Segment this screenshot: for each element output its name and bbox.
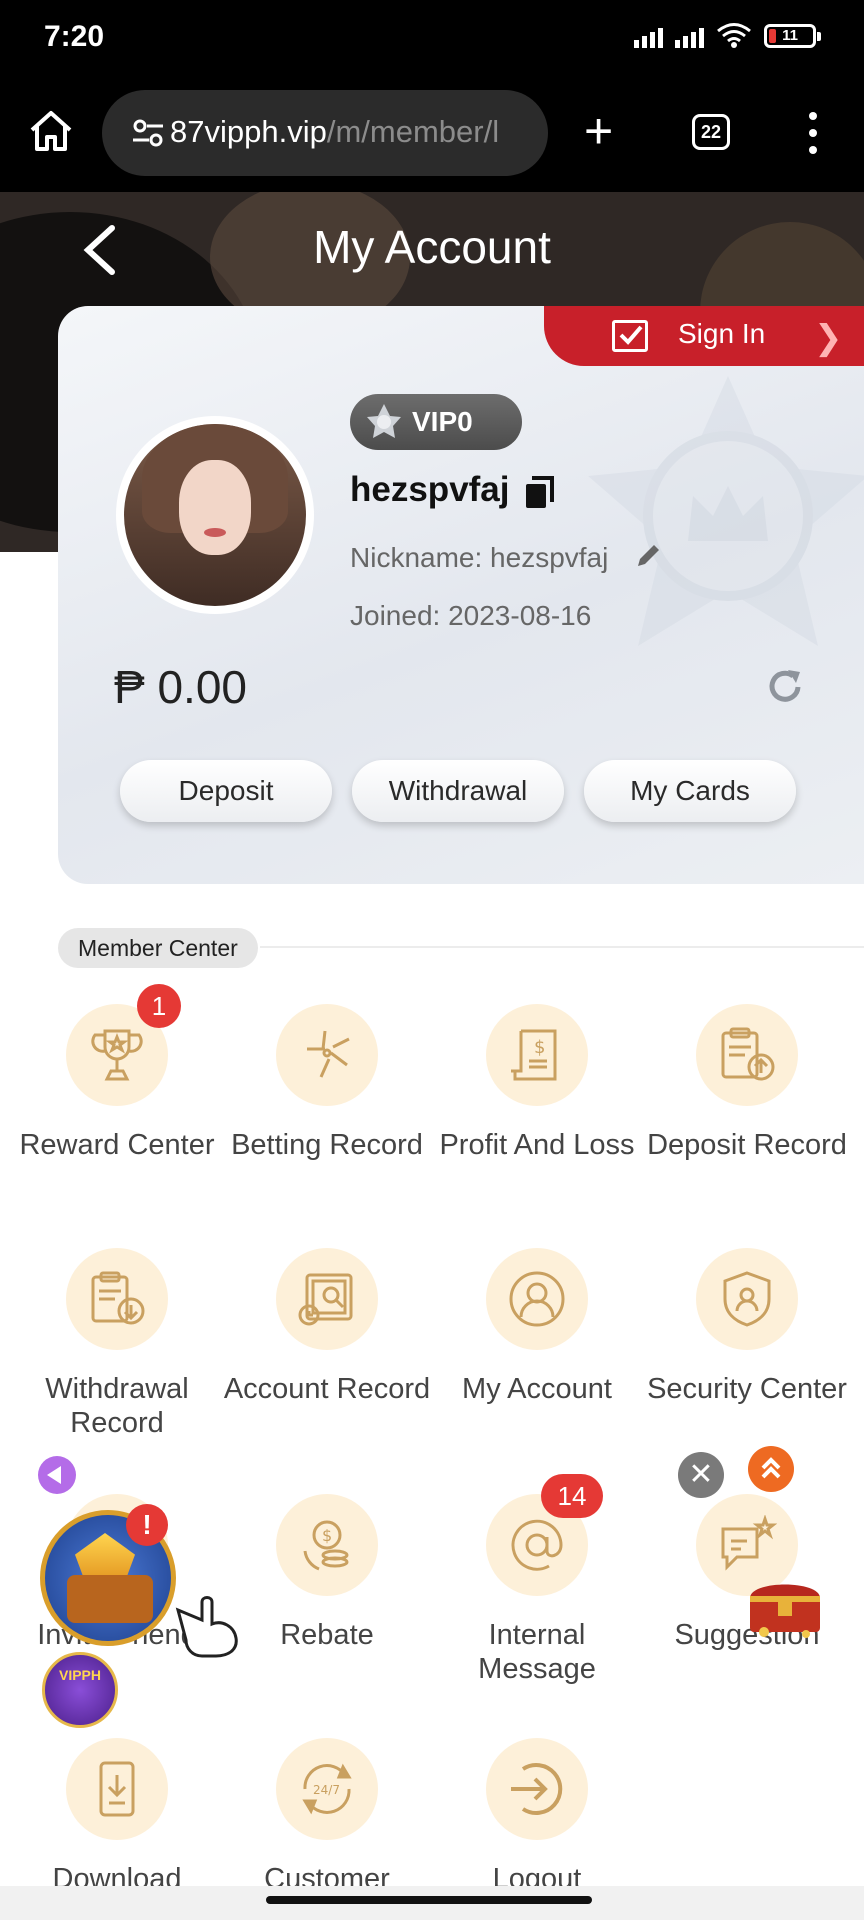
notification-badge: 14 [541, 1474, 603, 1518]
tab-switcher-button[interactable]: 22 [692, 114, 730, 150]
menu-item-profit-and-loss[interactable]: $ Profit And Loss [432, 1004, 642, 1162]
status-time: 7:20 [44, 20, 105, 53]
scroll-to-top-icon[interactable] [748, 1446, 794, 1492]
menu-item-label: Reward Center [19, 1129, 215, 1161]
edit-pencil-icon[interactable] [634, 540, 664, 570]
nickname-row: Nickname: hezspvfaj [350, 542, 608, 574]
clipboard-download-icon [91, 1271, 145, 1325]
menu-item-label: Security Center [647, 1373, 847, 1405]
joined-row: Joined: 2023-08-16 [350, 600, 591, 632]
sign-in-label: Sign In [678, 318, 766, 349]
clipboard-upload-icon [721, 1027, 775, 1081]
betting-icon [307, 1030, 350, 1078]
menu-item-reward-center[interactable]: Reward Center [12, 1004, 222, 1162]
menu-item-customer-service[interactable]: 24/7 Customer [222, 1738, 432, 1896]
vip-level: VIP0 [412, 406, 473, 437]
user-icon [509, 1271, 565, 1327]
battery-level: 11 [782, 27, 798, 44]
menu-item-label: Rebate [280, 1619, 374, 1651]
vip-medal-icon [367, 404, 401, 438]
menu-item-logout[interactable]: Logout [432, 1738, 642, 1896]
vipph-logo-float-button[interactable]: VIPPH [42, 1652, 118, 1728]
pointing-hand-icon [175, 1596, 238, 1658]
menu-item-label: My Account [462, 1373, 612, 1405]
support-247-icon: 24/7 [302, 1763, 352, 1815]
divider [260, 946, 864, 948]
menu-item-internal-message[interactable]: Internal Message [432, 1494, 642, 1686]
account-card: Sign In ❯ VIP0 hezspvfaj Nickname: hezsp… [58, 306, 864, 884]
menu-item-my-account[interactable]: My Account [432, 1248, 642, 1406]
signal-icon-2 [675, 26, 704, 48]
site-settings-icon[interactable] [132, 118, 164, 148]
notification-badge: 1 [137, 984, 181, 1028]
wifi-icon [717, 23, 751, 48]
home-icon[interactable] [28, 108, 74, 154]
chevron-right-icon: ❯ [814, 319, 843, 357]
vip-badge[interactable]: VIP0 [350, 394, 522, 450]
ledger-icon [298, 1273, 353, 1326]
menu-item-label: Withdrawal Record [45, 1373, 189, 1439]
menu-item-download[interactable]: Download [12, 1738, 222, 1896]
nickname-value: hezspvfaj [490, 542, 609, 573]
gesture-bar[interactable] [266, 1896, 592, 1904]
avatar[interactable] [116, 416, 314, 614]
joined-date: 2023-08-16 [448, 600, 592, 631]
menu-item-label: Internal Message [478, 1619, 596, 1685]
checkbox-icon [612, 320, 648, 352]
member-center-title: Member Center [58, 928, 258, 968]
withdrawal-button[interactable]: Withdrawal [352, 760, 564, 822]
url-domain: 87vipph.vip [170, 114, 327, 149]
nickname-label: Nickname: [350, 542, 483, 573]
my-cards-button[interactable]: My Cards [584, 760, 796, 822]
browser-toolbar: 87vipph.vip/m/member/l + 22 [0, 76, 864, 192]
menu-item-withdrawal-record[interactable]: Withdrawal Record [12, 1248, 222, 1440]
svg-text:$: $ [322, 1526, 332, 1545]
balance-amount: ₱ 0.00 [114, 661, 247, 713]
menu-item-rebate[interactable]: $ Rebate [222, 1494, 432, 1652]
copy-icon[interactable] [524, 476, 554, 510]
menu-item-label: Betting Record [231, 1129, 423, 1161]
battery-icon: 11 [764, 24, 821, 48]
deposit-button[interactable]: Deposit [120, 760, 332, 822]
url-path: /m/member/l [326, 114, 500, 149]
promo-alert-badge: ! [126, 1504, 168, 1546]
menu-item-label: Profit And Loss [439, 1129, 635, 1161]
coins-icon: $ [303, 1520, 349, 1571]
download-icon [99, 1761, 135, 1817]
sign-in-button[interactable]: Sign In ❯ [544, 306, 864, 366]
menu-item-deposit-record[interactable]: Deposit Record [642, 1004, 852, 1162]
treasure-chest-icon[interactable] [744, 1568, 826, 1638]
username: hezspvfaj [350, 470, 510, 509]
menu-item-betting-record[interactable]: Betting Record [222, 1004, 432, 1162]
shield-user-icon [723, 1271, 771, 1327]
collapse-float-button[interactable] [38, 1456, 76, 1494]
receipt-icon: $ [511, 1029, 557, 1081]
vip-medal-watermark-icon [588, 376, 864, 646]
wallet-actions: Deposit Withdrawal My Cards [120, 760, 796, 822]
page-title: My Account [313, 221, 551, 273]
refresh-icon[interactable] [764, 666, 806, 708]
trophy-icon [91, 1029, 143, 1081]
menu-item-account-record[interactable]: Account Record [222, 1248, 432, 1406]
chat-icon [721, 1515, 777, 1571]
logout-icon [511, 1763, 563, 1815]
close-icon[interactable]: ✕ [678, 1452, 724, 1498]
menu-item-label: Account Record [223, 1373, 431, 1405]
at-icon [511, 1519, 563, 1571]
svg-text:24/7: 24/7 [313, 1783, 340, 1797]
menu-item-label: Deposit Record [647, 1129, 847, 1161]
svg-text:$: $ [534, 1037, 545, 1058]
signal-icon [634, 26, 663, 48]
joined-label: Joined: [350, 600, 441, 631]
new-tab-button[interactable]: + [584, 106, 613, 156]
status-bar: 7:20 11 [0, 0, 864, 76]
menu-item-security-center[interactable]: Security Center [642, 1248, 852, 1406]
more-menu-icon[interactable] [806, 112, 820, 154]
address-bar[interactable]: 87vipph.vip/m/member/l [102, 90, 548, 176]
